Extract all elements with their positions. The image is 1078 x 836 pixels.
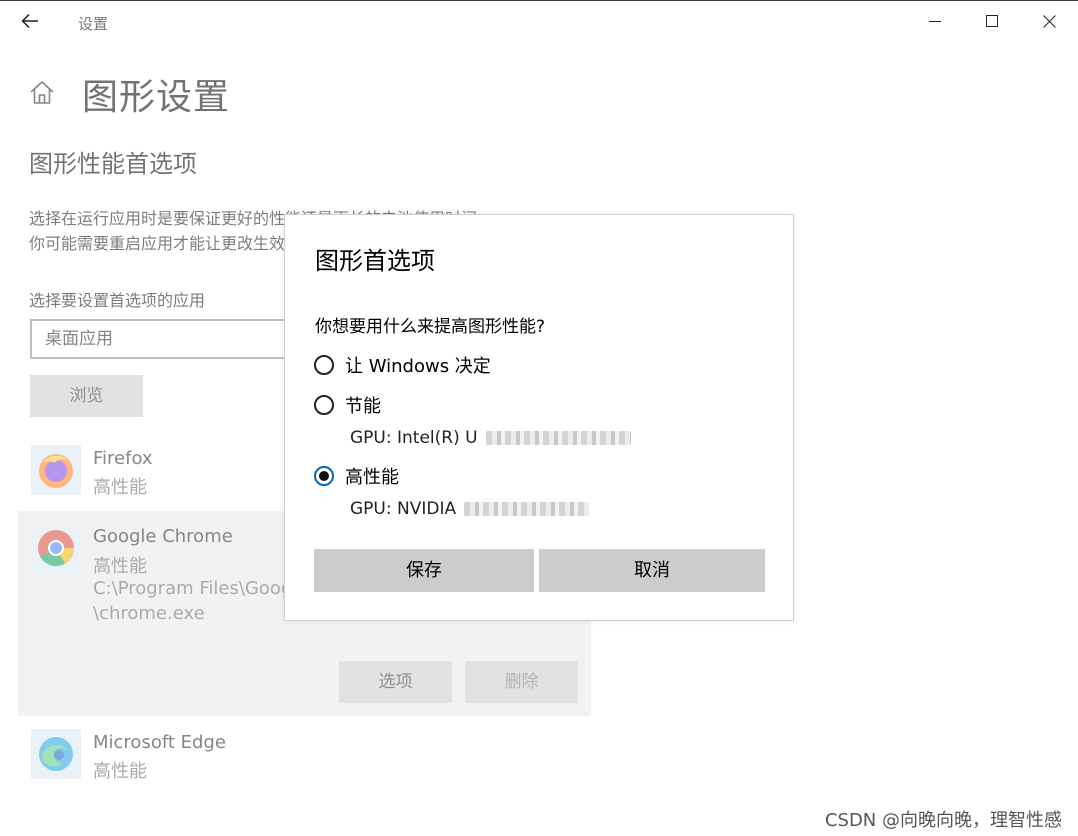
app-path: C:\Program Files\Googl <box>93 578 298 599</box>
chrome-icon <box>31 523 81 573</box>
app-preference: 高性能 <box>93 761 147 782</box>
app-path: \chrome.exe <box>93 603 205 624</box>
redacted-gpu-model <box>464 502 590 516</box>
app-preference: 高性能 <box>93 477 147 498</box>
radio-checked-icon[interactable] <box>314 466 334 486</box>
app-list-item-edge[interactable]: Microsoft Edge 高性能 <box>18 724 591 790</box>
graphics-preference-dialog: 图形首选项 你想要用什么来提高图形性能? 让 Windows 决定 节能 GPU… <box>284 214 794 621</box>
dialog-title: 图形首选项 <box>315 247 435 275</box>
firefox-icon <box>31 445 81 495</box>
gpu-info-power-saving: GPU: Intel(R) U <box>350 428 631 448</box>
app-name: Google Chrome <box>93 526 233 547</box>
radio-unchecked-icon[interactable] <box>314 355 334 375</box>
delete-button[interactable]: 删除 <box>465 661 578 703</box>
home-icon[interactable] <box>28 78 56 106</box>
edge-icon <box>31 729 81 779</box>
gpu-label: GPU: NVIDIA <box>350 499 457 519</box>
app-preference: 高性能 <box>93 556 147 577</box>
radio-let-windows-decide[interactable]: 让 Windows 决定 <box>314 352 491 378</box>
save-button[interactable]: 保存 <box>314 549 534 592</box>
options-button[interactable]: 选项 <box>339 661 452 703</box>
radio-label: 让 Windows 决定 <box>345 356 491 377</box>
app-select-label: 选择要设置首选项的应用 <box>29 291 206 310</box>
radio-power-saving[interactable]: 节能 <box>314 392 381 418</box>
radio-high-performance[interactable]: 高性能 <box>314 463 399 489</box>
app-name: Firefox <box>93 448 153 469</box>
gpu-info-high-performance: GPU: NVIDIA <box>350 499 590 519</box>
gpu-label: GPU: Intel(R) U <box>350 428 478 448</box>
section-title: 图形性能首选项 <box>29 150 197 178</box>
radio-unchecked-icon[interactable] <box>314 395 334 415</box>
radio-label: 节能 <box>345 396 381 417</box>
radio-label: 高性能 <box>345 467 399 488</box>
cancel-button[interactable]: 取消 <box>539 549 765 592</box>
app-type-select[interactable]: 桌面应用 <box>30 319 300 359</box>
app-name: Microsoft Edge <box>93 732 226 753</box>
browse-button[interactable]: 浏览 <box>30 375 143 417</box>
dialog-question: 你想要用什么来提高图形性能? <box>315 317 546 337</box>
page-title: 图形设置 <box>82 77 231 118</box>
redacted-gpu-model <box>485 431 631 445</box>
description-line: 你可能需要重启应用才能让更改生效。 <box>29 234 302 253</box>
watermark: CSDN @向晚向晚，理智性感 <box>824 810 1062 831</box>
